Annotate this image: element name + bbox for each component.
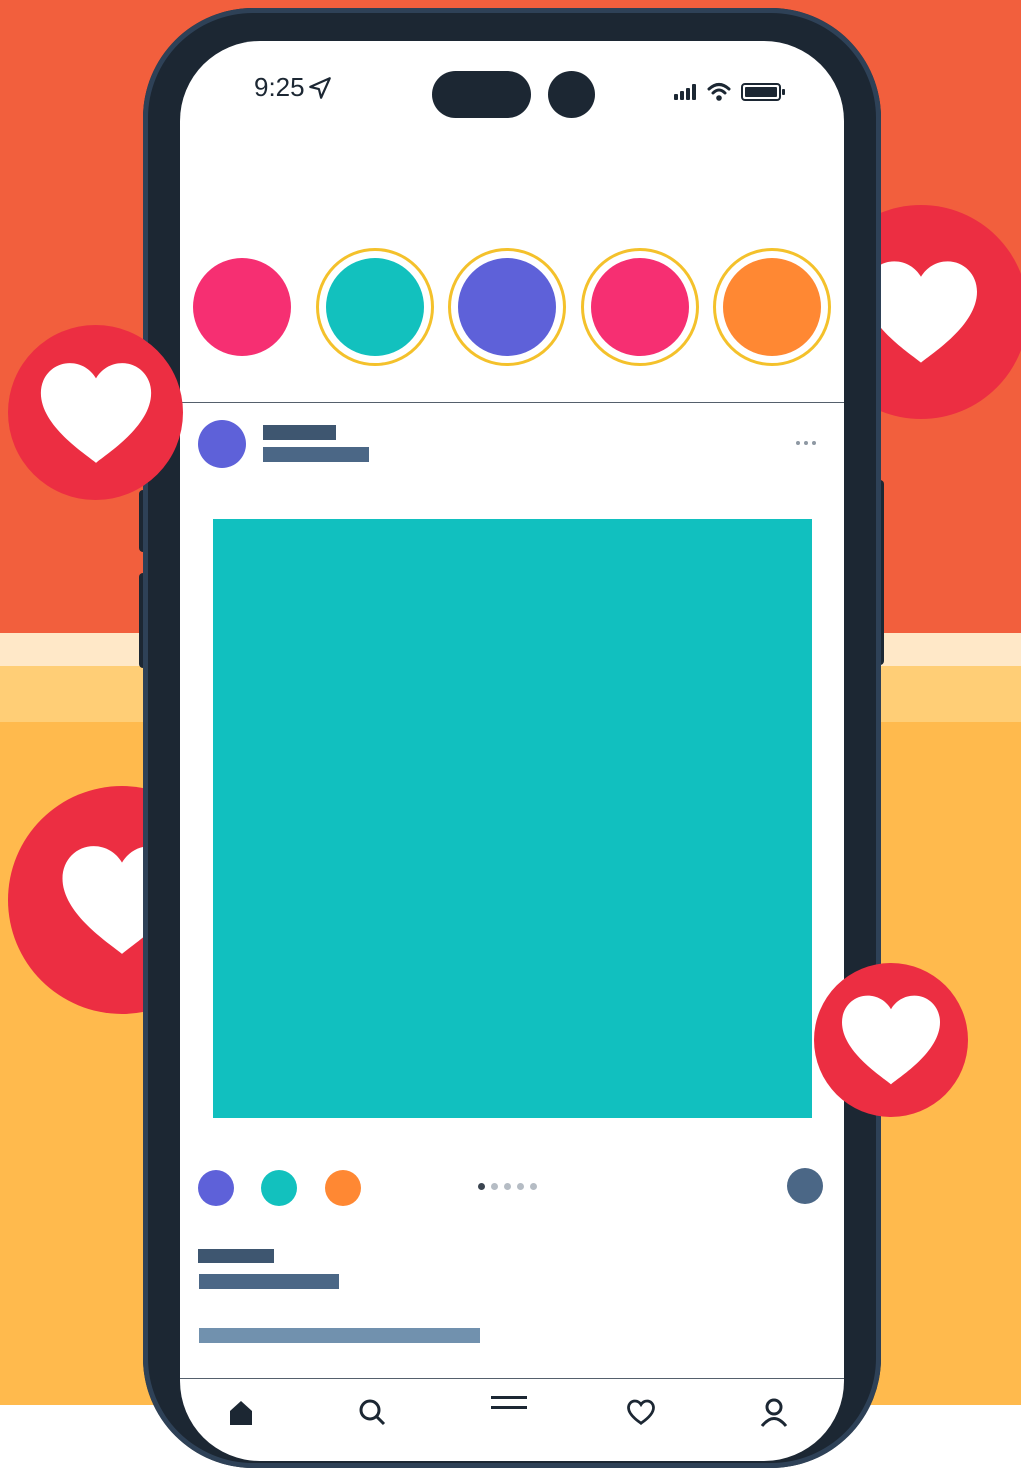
story-avatar-image: [193, 258, 291, 356]
story-avatar[interactable]: [448, 248, 566, 366]
tab-bar: [180, 1379, 844, 1439]
profile-icon[interactable]: [759, 1397, 789, 1432]
story-avatar[interactable]: [581, 248, 699, 366]
story-avatar[interactable]: [713, 248, 831, 366]
status-time-text: 9:25: [254, 72, 305, 102]
dynamic-island: [432, 71, 531, 118]
battery-icon: [741, 83, 785, 101]
phone-frame: 9:25: [143, 8, 881, 1468]
pager-dot: [530, 1183, 537, 1190]
front-camera: [548, 71, 595, 118]
location-arrow-icon: [308, 76, 331, 99]
post-image[interactable]: [213, 519, 812, 1118]
search-icon[interactable]: [357, 1397, 387, 1432]
status-indicators: [673, 82, 787, 102]
activity-icon[interactable]: [625, 1397, 657, 1432]
status-time: 9:25: [254, 72, 333, 103]
story-avatar[interactable]: [183, 248, 301, 366]
heart-icon: [40, 362, 151, 463]
story-avatar-image: [723, 258, 821, 356]
comment-button[interactable]: [261, 1170, 297, 1206]
pager-dot: [491, 1183, 498, 1190]
story-avatar-image: [458, 258, 556, 356]
likes-count-placeholder: [198, 1249, 274, 1263]
pager-dot-active: [478, 1183, 485, 1190]
phone-screen: 9:25: [180, 41, 844, 1461]
post-author-avatar[interactable]: [198, 420, 246, 468]
heart-icon: [842, 995, 940, 1085]
home-icon[interactable]: [226, 1397, 256, 1432]
carousel-page-indicator: [478, 1183, 537, 1190]
post-location-placeholder: [263, 447, 369, 462]
caption-placeholder: [199, 1274, 339, 1289]
pager-dot: [517, 1183, 524, 1190]
create-icon[interactable]: [491, 1392, 527, 1427]
post-author-name-placeholder[interactable]: [263, 425, 336, 440]
cellular-signal-icon: [674, 84, 696, 100]
story-avatar-image: [326, 258, 424, 356]
stories-divider: [180, 402, 844, 403]
share-button[interactable]: [325, 1170, 361, 1206]
save-button[interactable]: [787, 1168, 823, 1204]
story-avatar[interactable]: [316, 248, 434, 366]
like-button[interactable]: [198, 1170, 234, 1206]
story-avatar-image: [591, 258, 689, 356]
wifi-icon: [707, 83, 731, 101]
heart-reaction-bubble: [8, 325, 183, 500]
view-comments-placeholder[interactable]: [199, 1328, 480, 1343]
heart-reaction-bubble: [814, 963, 968, 1117]
pager-dot: [504, 1183, 511, 1190]
more-horizontal-icon[interactable]: [790, 436, 822, 450]
